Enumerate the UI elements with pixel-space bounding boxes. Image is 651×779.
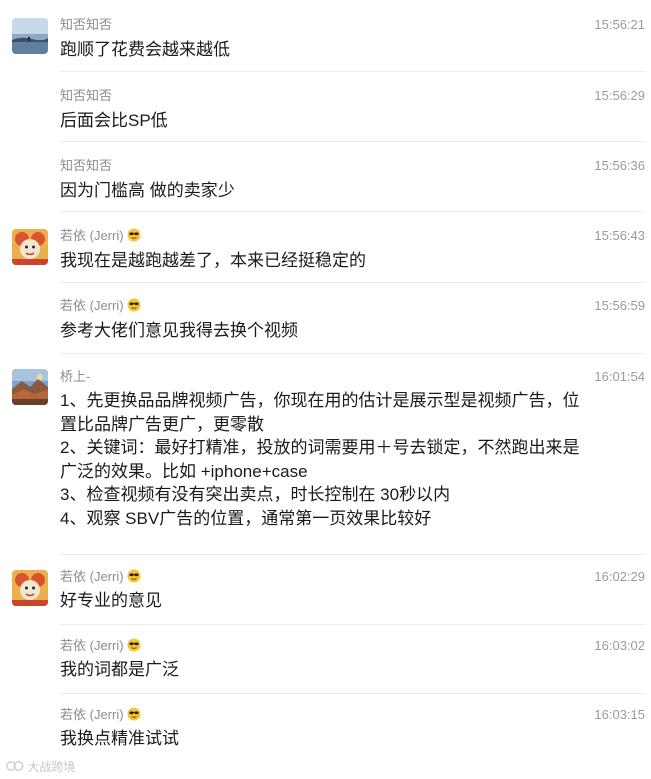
message-line: 因为门槛高 做的卖家少 bbox=[60, 181, 235, 200]
divider bbox=[60, 141, 645, 142]
divider bbox=[60, 693, 645, 694]
message-text[interactable]: 1、先更换品品牌视频广告，你现在用的估计是展示型是视频广告，位 置比品牌广告更广… bbox=[60, 389, 642, 530]
message-text[interactable]: 我换点精准试试 bbox=[60, 727, 642, 751]
message-time: 15:56:36 bbox=[594, 158, 645, 173]
watermark-logo-icon bbox=[6, 761, 24, 771]
avatar[interactable] bbox=[12, 18, 48, 54]
message-line: 好专业的意见 bbox=[60, 591, 162, 610]
sender-name: 若依 (Jerri) bbox=[60, 569, 124, 584]
message-line: 2、关键词：最好打精准，投放的词需要用＋号去锁定，不然跑出来是 bbox=[60, 438, 580, 457]
cartoon-character-avatar bbox=[12, 229, 48, 265]
cool-face-emoji-icon bbox=[127, 569, 141, 583]
chat-history: 知否知否 15:56:21 跑顺了花费会越来越低 知否知否 15:56:29 后… bbox=[0, 0, 651, 779]
divider bbox=[60, 353, 645, 354]
message-time: 15:56:59 bbox=[594, 298, 645, 313]
sender-name: 知否知否 bbox=[60, 88, 113, 103]
message-text[interactable]: 后面会比SP低 bbox=[60, 109, 642, 133]
message-line: 1、先更换品品牌视频广告，你现在用的估计是展示型是视频广告，位 bbox=[60, 391, 580, 410]
watermark-text: 大战跨境 bbox=[27, 760, 76, 774]
avatar[interactable] bbox=[12, 570, 48, 606]
sender-label: 若依 (Jerri) bbox=[60, 706, 141, 724]
message-time: 15:56:21 bbox=[594, 17, 645, 32]
message-line: 我的词都是广泛 bbox=[60, 660, 179, 679]
cartoon-character-avatar bbox=[12, 570, 48, 606]
message-text[interactable]: 跑顺了花费会越来越低 bbox=[60, 38, 642, 62]
message-time: 15:56:29 bbox=[594, 88, 645, 103]
sender-name: 若依 (Jerri) bbox=[60, 228, 124, 243]
divider bbox=[60, 211, 645, 212]
message-text[interactable]: 好专业的意见 bbox=[60, 589, 642, 613]
cool-face-emoji-icon bbox=[127, 298, 141, 312]
divider bbox=[60, 624, 645, 625]
mountain-sunset-avatar bbox=[12, 369, 48, 405]
avatar[interactable] bbox=[12, 369, 48, 405]
avatar[interactable] bbox=[12, 229, 48, 265]
message-text[interactable]: 参考大佬们意见我得去换个视频 bbox=[60, 319, 642, 343]
message-text[interactable]: 因为门槛高 做的卖家少 bbox=[60, 179, 642, 203]
sender-name: 知否知否 bbox=[60, 17, 113, 32]
message-line: 后面会比SP低 bbox=[60, 111, 168, 130]
message-meta: 若依 (Jerri) 15:56:43 bbox=[60, 227, 645, 245]
message-line: 跑顺了花费会越来越低 bbox=[60, 40, 230, 59]
cool-face-emoji-icon bbox=[127, 707, 141, 721]
message-line: 4、观察 SBV广告的位置，通常第一页效果比较好 bbox=[60, 508, 432, 528]
sender-label: 若依 (Jerri) bbox=[60, 297, 141, 315]
message-meta: 若依 (Jerri) 15:56:59 bbox=[60, 297, 645, 315]
message-line: 我现在是越跑越差了，本来已经挺稳定的 bbox=[60, 251, 366, 270]
message-meta: 若依 (Jerri) 16:02:29 bbox=[60, 568, 645, 586]
message-line: 广泛的效果。比如 +iphone+case bbox=[60, 461, 308, 481]
sender-name: 桥上- bbox=[60, 369, 91, 384]
sender-label: 若依 (Jerri) bbox=[60, 637, 141, 655]
message-meta: 桥上- 16:01:54 bbox=[60, 368, 645, 386]
message-meta: 若依 (Jerri) 16:03:02 bbox=[60, 637, 645, 655]
sender-name: 知否知否 bbox=[60, 158, 113, 173]
sender-name: 若依 (Jerri) bbox=[60, 707, 124, 722]
sender-label: 若依 (Jerri) bbox=[60, 568, 141, 586]
lake-landscape-avatar bbox=[12, 18, 48, 54]
message-text[interactable]: 我现在是越跑越差了，本来已经挺稳定的 bbox=[60, 249, 642, 273]
message-line: 置比品牌广告更广，更零散 bbox=[60, 414, 264, 434]
sender-name: 若依 (Jerri) bbox=[60, 638, 124, 653]
sender-label: 若依 (Jerri) bbox=[60, 227, 141, 245]
sender-name: 若依 (Jerri) bbox=[60, 298, 124, 313]
message-line: 参考大佬们意见我得去换个视频 bbox=[60, 321, 298, 340]
message-line: 3、检查视频有没有突出卖点，时长控制在 30秒以内 bbox=[60, 485, 451, 504]
divider bbox=[60, 71, 645, 72]
cool-face-emoji-icon bbox=[127, 638, 141, 652]
message-text[interactable]: 我的词都是广泛 bbox=[60, 658, 642, 682]
message-line: 我换点精准试试 bbox=[60, 729, 179, 748]
cool-face-emoji-icon bbox=[127, 228, 141, 242]
divider bbox=[60, 282, 645, 283]
message-meta: 知否知否 15:56:36 bbox=[60, 157, 645, 175]
divider bbox=[60, 554, 645, 555]
message-time: 16:03:02 bbox=[594, 638, 645, 653]
watermark: 大战跨境 bbox=[6, 758, 75, 775]
message-time: 15:56:43 bbox=[594, 228, 645, 243]
message-meta: 若依 (Jerri) 16:03:15 bbox=[60, 706, 645, 724]
message-meta: 知否知否 15:56:29 bbox=[60, 87, 645, 105]
message-time: 16:01:54 bbox=[594, 369, 645, 384]
message-time: 16:02:29 bbox=[594, 569, 645, 584]
message-meta: 知否知否 15:56:21 bbox=[60, 16, 645, 34]
message-time: 16:03:15 bbox=[594, 707, 645, 722]
